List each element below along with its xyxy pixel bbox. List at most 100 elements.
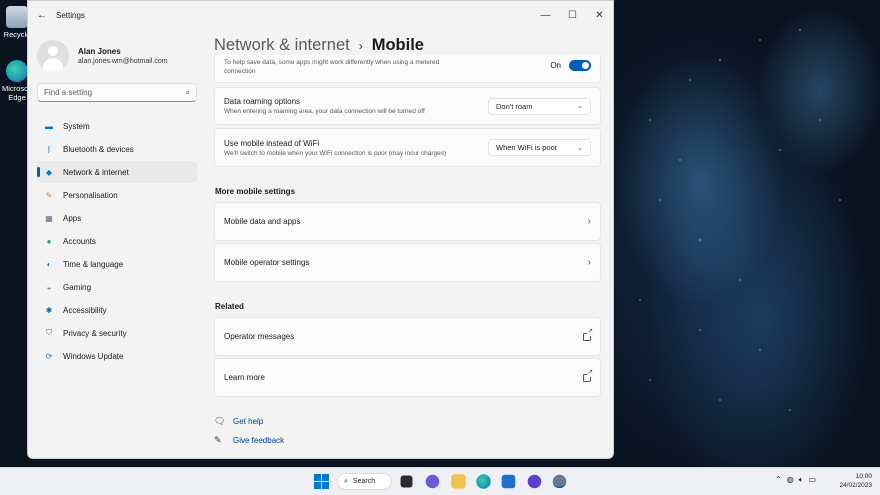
chevron-right-icon: › [587, 216, 591, 227]
metered-connection-card: To help save data, some apps might work … [214, 55, 601, 83]
search-input[interactable] [44, 88, 186, 97]
sidebar-item-windows-update[interactable]: ⟳ Windows Update [37, 345, 197, 367]
wifi-icon: ◆ [45, 167, 53, 177]
metered-toggle[interactable] [569, 60, 591, 71]
taskbar: ⌕ Search ⌃ ◍ 🔈︎ ▭ 10:00 24/02/2023 [0, 467, 880, 495]
volume-icon[interactable]: 🔈︎ [799, 475, 804, 485]
network-globe-icon[interactable]: ◍ [787, 475, 794, 485]
sidebar-item-personalisation[interactable]: ✎ Personalisation [37, 184, 197, 206]
user-profile[interactable]: Alan Jones alan.jones.wm@hotmail.com [28, 29, 203, 75]
app-icon[interactable] [527, 474, 542, 489]
sidebar-item-gaming[interactable]: ◒ Gaming [37, 276, 197, 298]
main-content: Network & internet › Mobile To help save… [214, 29, 601, 458]
search-icon: ⌕ [185, 87, 190, 97]
update-icon: ⟳ [45, 351, 53, 361]
open-external-icon [583, 368, 593, 382]
sidebar-item-label: Network & internet [63, 167, 129, 177]
operator-messages-row[interactable]: Operator messages [214, 317, 601, 356]
sidebar-item-label: Time & language [63, 259, 124, 269]
person-icon: ● [46, 236, 52, 246]
sidebar-item-time-language[interactable]: ◐ Time & language [37, 253, 197, 275]
search-icon: ⌕ [344, 477, 348, 485]
windows-logo-icon [314, 474, 329, 489]
taskbar-search-label: Search [352, 478, 376, 485]
roaming-title: Data roaming options [224, 97, 301, 106]
chat-app-icon[interactable] [425, 474, 440, 489]
row-label: Mobile operator settings [224, 258, 310, 267]
sidebar-item-accessibility[interactable]: ✱ Accessibility [37, 299, 197, 321]
chevron-up-icon[interactable]: ⌃ [775, 475, 782, 485]
clock-date: 24/02/2023 [839, 482, 872, 489]
task-view-icon[interactable] [400, 475, 413, 488]
get-help-label: Get help [233, 417, 264, 426]
title-bar: ← Settings — ☐ ✕ [28, 1, 613, 29]
sidebar-item-label: Privacy & security [63, 328, 127, 338]
roaming-dropdown-value: Don't roam [496, 101, 533, 111]
mobile-instead-title: Use mobile instead of WiFi [224, 138, 320, 148]
gamepad-icon: ◒ [46, 282, 52, 292]
chevron-down-icon: ⌄ [577, 144, 583, 152]
give-feedback-link[interactable]: ✎ Give feedback [214, 435, 284, 446]
row-label: Mobile data and apps [224, 217, 301, 226]
mobile-instead-of-wifi-card: Use mobile instead of WiFi We'll switch … [214, 128, 601, 167]
section-heading-related: Related [215, 302, 244, 311]
mobile-instead-dropdown-value: When WiFi is poor [496, 143, 558, 152]
breadcrumb-separator: › [358, 38, 363, 53]
file-explorer-icon[interactable] [451, 474, 466, 489]
accessibility-icon: ✱ [45, 305, 53, 315]
feedback-icon: ✎ [214, 435, 222, 445]
sidebar-item-label: Windows Update [63, 351, 124, 361]
sidebar-item-bluetooth-devices[interactable]: ᛒ Bluetooth & devices [37, 138, 197, 160]
clock-time: 10:00 [855, 473, 872, 480]
sidebar: Alan Jones alan.jones.wm@hotmail.com ⌕ ▬… [28, 29, 203, 458]
sidebar-item-accounts[interactable]: ● Accounts [37, 230, 197, 252]
chevron-down-icon: ⌄ [577, 103, 583, 110]
maximize-button[interactable]: ☐ [559, 10, 586, 21]
section-heading-more: More mobile settings [215, 187, 296, 196]
profile-email: alan.jones.wm@hotmail.com [78, 58, 168, 65]
globe-clock-icon: ◐ [46, 259, 52, 269]
metered-subtitle-line2: connection [224, 67, 256, 75]
page-title: Mobile [371, 36, 424, 54]
sidebar-item-label: System [63, 121, 90, 131]
get-help-link[interactable]: 🗨 Get help [214, 416, 263, 427]
system-tray: ⌃ ◍ 🔈︎ ▭ [775, 475, 816, 485]
clock[interactable]: 10:00 24/02/2023 [839, 472, 872, 490]
back-arrow-icon[interactable]: ← [28, 10, 56, 21]
help-chat-icon: 🗨 [214, 416, 226, 426]
monitor-icon: ▬ [45, 121, 53, 131]
row-label: Operator messages [224, 332, 295, 341]
breadcrumb-parent[interactable]: Network & internet [214, 36, 350, 55]
chevron-right-icon: › [587, 257, 591, 268]
bluetooth-icon: ᛒ [46, 144, 52, 154]
settings-gear-icon[interactable] [552, 474, 567, 489]
roaming-subtitle: When entering a roaming area, your data … [224, 108, 425, 115]
start-button[interactable] [313, 473, 330, 490]
sidebar-item-privacy-security[interactable]: ⛉ Privacy & security [37, 322, 197, 344]
metered-state-label: On [550, 61, 561, 70]
sidebar-item-apps[interactable]: ▦ Apps [37, 207, 197, 229]
mobile-operator-settings-row[interactable]: Mobile operator settings › [214, 243, 601, 282]
sidebar-item-label: Gaming [63, 282, 92, 292]
breadcrumb: Network & internet › Mobile [214, 36, 424, 55]
mobile-instead-dropdown[interactable]: When WiFi is poor ⌄ [488, 139, 591, 156]
metered-subtitle-line1: To help save data, some apps might work … [224, 58, 440, 66]
store-icon[interactable] [501, 474, 516, 489]
close-button[interactable]: ✕ [586, 10, 613, 21]
sidebar-item-label: Apps [63, 213, 82, 223]
sidebar-item-system[interactable]: ▬ System [37, 115, 197, 137]
learn-more-row[interactable]: Learn more [214, 358, 601, 397]
find-setting-search[interactable]: ⌕ [37, 83, 197, 102]
minimize-button[interactable]: — [532, 10, 559, 21]
brush-icon: ✎ [45, 190, 53, 200]
sidebar-item-network-internet[interactable]: ◆ Network & internet [37, 161, 197, 183]
edge-icon[interactable] [476, 474, 491, 489]
taskbar-search[interactable]: ⌕ Search [337, 473, 392, 490]
window-title: Settings [56, 10, 85, 20]
roaming-dropdown[interactable]: Don't roam ⌄ [488, 97, 591, 115]
shield-icon: ⛉ [46, 328, 52, 337]
give-feedback-label: Give feedback [233, 436, 285, 445]
battery-icon[interactable]: ▭ [809, 475, 817, 485]
sidebar-item-label: Accounts [63, 236, 96, 246]
mobile-data-and-apps-row[interactable]: Mobile data and apps › [214, 202, 601, 241]
